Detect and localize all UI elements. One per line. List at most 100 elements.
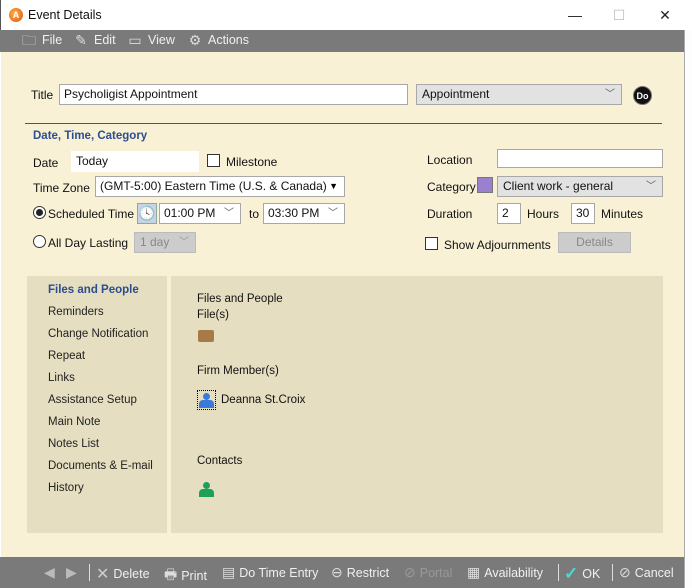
chevron-down-icon: ﹀: [179, 237, 189, 248]
do-button[interactable]: Do: [633, 86, 652, 105]
arrow-right-icon: ▶: [66, 564, 77, 580]
menu-bar: 🗀 File ✎ Edit ▭ View ⚙ Actions: [0, 30, 684, 52]
background-window-edge: [684, 30, 692, 588]
do-time-entry-button[interactable]: ▤ Do Time Entry: [222, 564, 318, 581]
cancel-icon: ⊘: [619, 564, 631, 580]
files-label: File(s): [197, 309, 229, 321]
monitor-icon: ▭: [128, 32, 142, 48]
chevron-down-icon: ﹀: [646, 181, 656, 192]
restrict-button[interactable]: ⊖ Restrict: [331, 564, 389, 581]
maximize-button[interactable]: ☐: [610, 6, 628, 24]
hours-label: Hours: [527, 207, 560, 221]
chevron-down-icon: ﹀: [328, 208, 338, 219]
scheduled-time-radio[interactable]: [33, 206, 46, 219]
x-icon: ✕: [96, 566, 110, 583]
ok-button[interactable]: ✓ OK: [564, 564, 600, 584]
availability-button[interactable]: ▦ Availability: [467, 564, 543, 581]
sidebar-item[interactable]: Main Note: [48, 416, 100, 428]
separator: [558, 564, 559, 581]
cancel-button[interactable]: ⊘ Cancel: [619, 564, 674, 581]
end-time-select[interactable]: 03:30 PM ﹀: [263, 203, 345, 224]
separator: [612, 564, 613, 581]
minutes-input[interactable]: 30: [571, 203, 595, 224]
all-day-label: All Day Lasting: [48, 236, 129, 250]
minimize-button[interactable]: —: [566, 6, 584, 24]
category-value: Client work - general: [503, 179, 614, 193]
print-button[interactable]: 🖶 Print: [164, 564, 207, 588]
sidebar-item[interactable]: Assistance Setup: [48, 394, 137, 406]
clock-icon[interactable]: 🕓: [137, 203, 157, 224]
portal-button[interactable]: ⊘ Portal: [404, 564, 452, 581]
date-input[interactable]: Today: [71, 151, 199, 172]
next-button[interactable]: ▶: [66, 564, 77, 581]
details-button[interactable]: Details: [558, 232, 631, 253]
cancel-label: Cancel: [634, 565, 674, 580]
start-time-select[interactable]: 01:00 PM ﹀: [159, 203, 241, 224]
sidebar-item[interactable]: History: [48, 482, 84, 494]
sidebar-item[interactable]: Notes List: [48, 438, 99, 450]
app-logo-icon: A: [9, 8, 23, 22]
restrict-icon: ⊖: [331, 564, 343, 580]
menu-label: View: [148, 33, 175, 47]
delete-label: Delete: [113, 567, 150, 581]
delete-button[interactable]: ✕ Delete: [96, 564, 150, 584]
restrict-label: Restrict: [346, 565, 390, 580]
window-title: Event Details: [28, 8, 102, 22]
separator: [89, 564, 90, 581]
category-label: Category: [427, 180, 476, 194]
files-people-heading: Files and People: [197, 293, 283, 305]
chevron-down-icon: ﹀: [224, 208, 234, 219]
all-day-radio[interactable]: [33, 235, 46, 248]
date-label: Date: [33, 156, 59, 170]
sidebar-item[interactable]: Files and People: [48, 284, 139, 296]
location-label: Location: [427, 153, 473, 167]
calendar-grid-icon: ▦: [467, 564, 481, 580]
timezone-label: Time Zone: [33, 181, 90, 195]
menu-label: Edit: [94, 33, 116, 47]
folder-icon: 🗀: [22, 32, 36, 48]
dropdown-arrow-icon: ▼: [329, 181, 338, 191]
event-type-select[interactable]: Appointment ﹀: [416, 84, 622, 105]
milestone-label: Milestone: [226, 155, 278, 169]
menu-label: File: [42, 33, 63, 47]
all-day-select[interactable]: 1 day ﹀: [134, 232, 196, 253]
sidebar-item[interactable]: Documents & E-mail: [48, 460, 153, 472]
all-day-value: 1 day: [140, 235, 170, 249]
person-icon[interactable]: [197, 390, 216, 410]
contacts-label: Contacts: [197, 455, 243, 467]
title-input[interactable]: Psycholigist Appointment: [59, 84, 408, 105]
footer-toolbar: ◀ ▶ ✕ Delete 🖶 Print ▤ Do Time Entry ⊖ Restr…: [0, 557, 684, 588]
sidebar-item[interactable]: Reminders: [48, 306, 104, 318]
sidebar-item[interactable]: Change Notification: [48, 328, 148, 340]
firm-members-label: Firm Member(s): [197, 365, 279, 377]
timezone-select[interactable]: (GMT-5:00) Eastern Time (U.S. & Canada) ▼: [95, 176, 345, 197]
availability-label: Availability: [484, 565, 544, 580]
sidebar-item[interactable]: Repeat: [48, 350, 85, 362]
menu-label: Actions: [208, 33, 249, 47]
close-button[interactable]: ✕: [656, 6, 674, 24]
scheduled-time-label: Scheduled Time: [48, 207, 135, 221]
to-label: to: [249, 207, 260, 221]
chevron-down-icon: ﹀: [605, 89, 615, 100]
minutes-label: Minutes: [601, 207, 644, 221]
menu-edit[interactable]: ✎ Edit: [73, 33, 116, 47]
contact-icon[interactable]: [199, 482, 214, 497]
previous-button[interactable]: ◀: [44, 564, 55, 581]
menu-view[interactable]: ▭ View: [127, 33, 175, 47]
show-adjournments-checkbox[interactable]: [425, 237, 438, 250]
check-icon: ✓: [564, 564, 579, 583]
time-entry-label: Do Time Entry: [239, 565, 319, 580]
milestone-checkbox[interactable]: [207, 154, 220, 167]
printer-icon: 🖶: [164, 566, 178, 582]
category-color-swatch[interactable]: [477, 177, 493, 193]
divider: [25, 123, 662, 124]
folder-icon[interactable]: [198, 330, 214, 342]
location-input[interactable]: [497, 149, 663, 168]
menu-actions[interactable]: ⚙ Actions: [187, 33, 249, 47]
hours-input[interactable]: 2: [497, 203, 521, 224]
sidebar-item[interactable]: Links: [48, 372, 75, 384]
member-name[interactable]: Deanna St.Croix: [221, 394, 305, 406]
category-select[interactable]: Client work - general ﹀: [497, 176, 663, 197]
menu-file[interactable]: 🗀 File: [21, 33, 62, 47]
duration-label: Duration: [427, 207, 473, 221]
